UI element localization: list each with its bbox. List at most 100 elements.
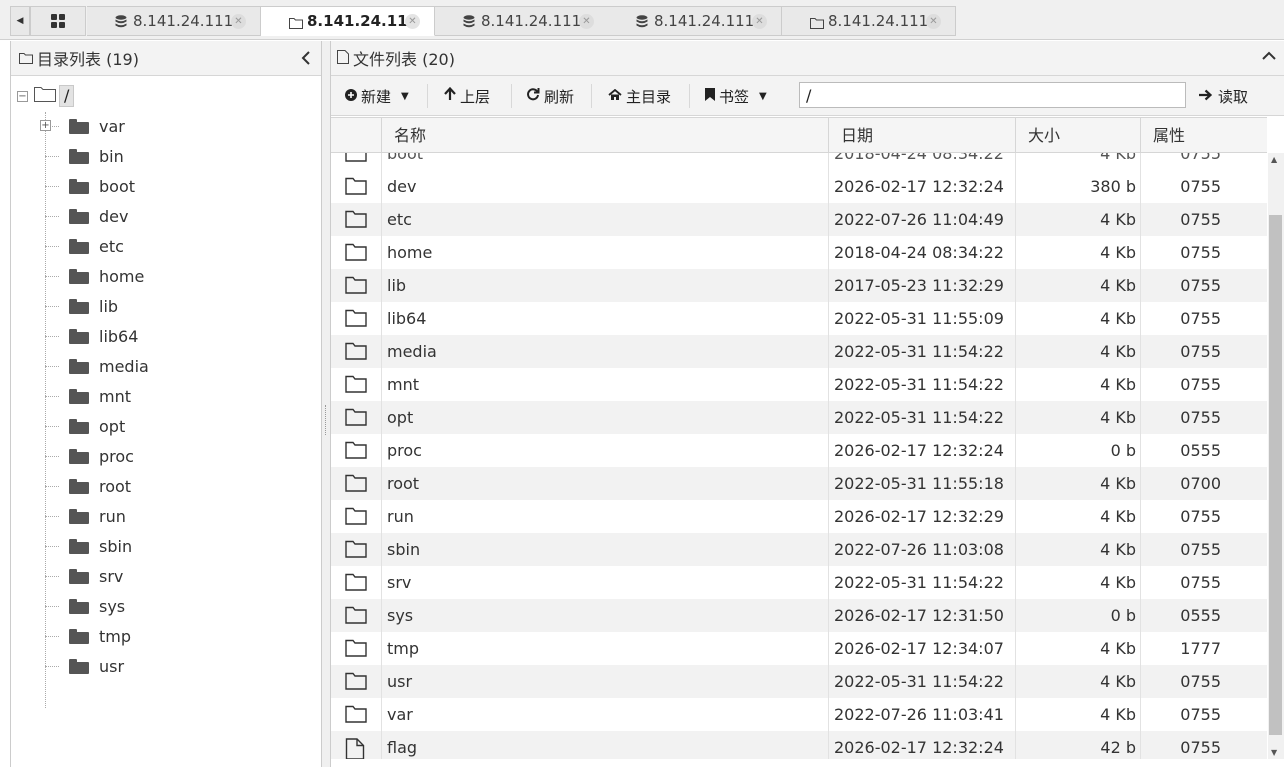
file-name: flag <box>387 738 418 757</box>
tree-item-proc[interactable]: proc <box>45 444 134 468</box>
refresh-icon <box>526 87 540 105</box>
home-dir-button[interactable]: 主目录 <box>608 82 671 110</box>
table-row[interactable]: srv 2022-05-31 11:54:22 4 Kb 0755 <box>331 566 1267 599</box>
path-input[interactable] <box>799 82 1186 108</box>
tab-server-4[interactable]: 8.141.24.111 ✕ <box>608 6 782 36</box>
table-row[interactable]: var 2022-07-26 11:03:41 4 Kb 0755 <box>331 698 1267 731</box>
tab-server-2[interactable]: 8.141.24.111 ✕ <box>261 6 435 36</box>
tree-item-root[interactable]: root <box>45 474 131 498</box>
read-button[interactable]: 读取 <box>1199 82 1248 110</box>
file-size: 4 Kb <box>1100 276 1136 295</box>
table-row[interactable]: root 2022-05-31 11:55:18 4 Kb 0700 <box>331 467 1267 500</box>
tab-label: 8.141.24.111 <box>133 12 234 30</box>
panel-splitter[interactable] <box>322 41 330 767</box>
table-row[interactable]: run 2026-02-17 12:32:29 4 Kb 0755 <box>331 500 1267 533</box>
table-row[interactable]: dev 2026-02-17 12:32:24 380 b 0755 <box>331 170 1267 203</box>
table-row[interactable]: lib64 2022-05-31 11:55:09 4 Kb 0755 <box>331 302 1267 335</box>
tab-server-5[interactable]: 8.141.24.111 ✕ <box>782 6 956 36</box>
close-tab-icon[interactable]: ✕ <box>752 14 767 29</box>
file-panel-title: 文件列表 (20) <box>353 50 455 69</box>
tab-label: 8.141.24.111 <box>307 12 419 30</box>
table-row[interactable]: lib 2017-05-23 11:32:29 4 Kb 0755 <box>331 269 1267 302</box>
col-header-size[interactable]: 大小 <box>1015 118 1140 154</box>
tree-root-label[interactable]: / <box>59 85 75 107</box>
table-row[interactable]: opt 2022-05-31 11:54:22 4 Kb 0755 <box>331 401 1267 434</box>
bookmark-icon <box>705 87 715 105</box>
tree-item-lib[interactable]: lib <box>45 294 118 318</box>
expand-node-icon[interactable]: + <box>40 120 51 131</box>
folder-outline-icon <box>34 86 56 106</box>
close-tab-icon[interactable]: ✕ <box>405 14 420 29</box>
refresh-button[interactable]: 刷新 <box>526 82 574 110</box>
file-attr: 0755 <box>1180 177 1221 196</box>
tree-item-sbin[interactable]: sbin <box>45 534 132 558</box>
collapse-node-icon[interactable]: − <box>17 90 28 102</box>
tree-item-home[interactable]: home <box>45 264 144 288</box>
table-row[interactable]: flag 2026-02-17 12:32:24 42 b 0755 <box>331 731 1267 759</box>
tree-item-label: run <box>99 506 126 526</box>
caret-down-icon: ▼ <box>759 90 767 102</box>
tree-item-sys[interactable]: sys <box>45 594 125 618</box>
file-size: 4 Kb <box>1100 309 1136 328</box>
close-tab-icon[interactable]: ✕ <box>926 14 941 29</box>
tree-item-opt[interactable]: opt <box>45 414 125 438</box>
tab-server-1[interactable]: 8.141.24.111 ✕ <box>87 6 261 36</box>
tree-item-run[interactable]: run <box>45 504 126 528</box>
tree-item-label: lib <box>99 296 119 316</box>
tree-item-srv[interactable]: srv <box>45 564 123 588</box>
table-row[interactable]: sbin 2022-07-26 11:03:08 4 Kb 0755 <box>331 533 1267 566</box>
collapse-panel-icon[interactable] <box>301 50 311 69</box>
file-date: 2022-07-26 11:04:49 <box>834 210 1004 229</box>
scrollbar-thumb[interactable] <box>1269 215 1282 735</box>
chevron-up-icon[interactable] <box>1262 49 1276 65</box>
scroll-down-icon[interactable]: ▼ <box>1271 748 1277 757</box>
bookmark-button[interactable]: 书签 ▼ <box>705 82 767 110</box>
tab-home[interactable] <box>30 6 86 36</box>
table-row[interactable]: media 2022-05-31 11:54:22 4 Kb 0755 <box>331 335 1267 368</box>
table-row[interactable]: proc 2026-02-17 12:32:24 0 b 0555 <box>331 434 1267 467</box>
col-icon-header <box>331 118 381 154</box>
parent-dir-button[interactable]: 上层 <box>444 82 490 110</box>
table-row[interactable]: usr 2022-05-31 11:54:22 4 Kb 0755 <box>331 665 1267 698</box>
table-row[interactable]: boot 2018-04-24 08:34:22 4 Kb 0755 <box>331 153 1267 170</box>
file-name: lib64 <box>387 309 427 328</box>
tab-server-3[interactable]: 8.141.24.111 ✕ <box>435 6 609 36</box>
tree-item-usr[interactable]: usr <box>45 654 124 678</box>
tree-item-media[interactable]: media <box>45 354 149 378</box>
tree-item-boot[interactable]: boot <box>45 174 135 198</box>
tab-scroll-left-button[interactable]: ◀ <box>10 6 30 36</box>
scroll-up-icon[interactable]: ▲ <box>1271 155 1277 164</box>
tree-item-tmp[interactable]: tmp <box>45 624 131 648</box>
file-attr: 0755 <box>1180 243 1221 262</box>
close-tab-icon[interactable]: ✕ <box>231 14 246 29</box>
tree-root[interactable]: − / <box>17 84 75 108</box>
tree-item-var[interactable]: + var <box>40 114 125 138</box>
plus-circle-icon <box>345 87 357 105</box>
table-row[interactable]: mnt 2022-05-31 11:54:22 4 Kb 0755 <box>331 368 1267 401</box>
table-row[interactable]: tmp 2026-02-17 12:34:07 4 Kb 1777 <box>331 632 1267 665</box>
col-header-attr[interactable]: 属性 <box>1140 118 1267 154</box>
file-name: root <box>387 474 420 493</box>
col-header-name[interactable]: 名称 <box>381 118 828 154</box>
file-size: 4 Kb <box>1100 573 1136 592</box>
folder-icon <box>69 358 89 374</box>
directory-panel-title: 目录列表 (19) <box>37 50 139 69</box>
table-row[interactable]: home 2018-04-24 08:34:22 4 Kb 0755 <box>331 236 1267 269</box>
tree-item-mnt[interactable]: mnt <box>45 384 131 408</box>
tree-item-bin[interactable]: bin <box>45 144 124 168</box>
tree-item-lib64[interactable]: lib64 <box>45 324 138 348</box>
close-tab-icon[interactable]: ✕ <box>579 14 594 29</box>
table-row[interactable]: etc 2022-07-26 11:04:49 4 Kb 0755 <box>331 203 1267 236</box>
file-outline-icon <box>345 738 365 759</box>
new-button[interactable]: 新建 ▼ <box>345 82 409 110</box>
file-size: 4 Kb <box>1100 474 1136 493</box>
file-size: 4 Kb <box>1100 342 1136 361</box>
col-header-date[interactable]: 日期 <box>828 118 1015 154</box>
tree-item-etc[interactable]: etc <box>45 234 124 258</box>
file-date: 2018-04-24 08:34:22 <box>834 243 1004 262</box>
tree-item-dev[interactable]: dev <box>45 204 128 228</box>
file-date: 2022-05-31 11:54:22 <box>834 408 1004 427</box>
tab-bar: ◀ 8.141.24.111 ✕ 8.141.24.111 ✕ 8.141.24.111… <box>0 0 1284 40</box>
vertical-scrollbar[interactable]: ▲ ▼ <box>1268 153 1284 759</box>
table-row[interactable]: sys 2026-02-17 12:31:50 0 b 0555 <box>331 599 1267 632</box>
